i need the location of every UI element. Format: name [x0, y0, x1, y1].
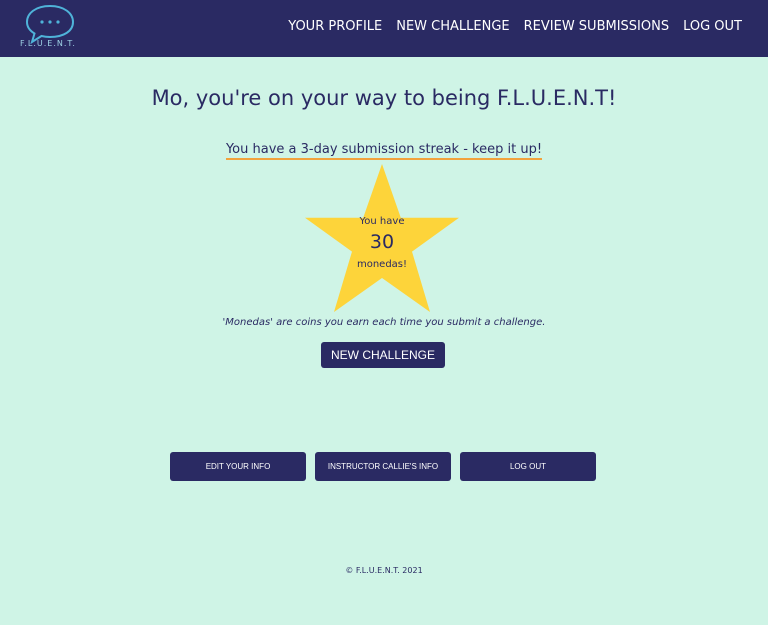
edit-info-button[interactable]: EDIT YOUR INFO	[170, 452, 306, 481]
streak-banner: You have a 3-day submission streak - kee…	[0, 138, 768, 160]
logo-wordmark: F.L.U.E.N.T.	[20, 39, 76, 48]
star-label-bottom: monedas!	[356, 259, 408, 270]
instructor-info-button[interactable]: INSTRUCTOR CALLIE'S INFO	[315, 452, 451, 481]
page-title: Mo, you're on your way to being F.L.U.E.…	[151, 86, 617, 110]
monedas-star: You have 30 monedas!	[302, 164, 462, 314]
log-out-button[interactable]: LOG OUT	[460, 452, 596, 481]
star-label-top: You have	[359, 216, 405, 227]
monedas-explanation: 'Monedas' are coins you earn each time y…	[222, 317, 546, 328]
nav-your-profile[interactable]: YOUR PROFILE	[288, 19, 382, 34]
monedas-count: 30	[369, 231, 395, 253]
nav-log-out[interactable]: LOG OUT	[683, 19, 742, 34]
nav-new-challenge[interactable]: NEW CHALLENGE	[396, 19, 509, 34]
profile-actions: EDIT YOUR INFO INSTRUCTOR CALLIE'S INFO …	[170, 452, 596, 481]
footer-copyright: © F.L.U.E.N.T. 2021	[345, 566, 423, 575]
top-navbar: F.L.U.E.N.T. YOUR PROFILE NEW CHALLENGE …	[0, 0, 768, 57]
streak-message: You have a 3-day submission streak - kee…	[225, 142, 543, 160]
main-nav: YOUR PROFILE NEW CHALLENGE REVIEW SUBMIS…	[288, 19, 742, 34]
nav-review-submissions[interactable]: REVIEW SUBMISSIONS	[524, 19, 669, 34]
new-challenge-button[interactable]: NEW CHALLENGE	[321, 342, 445, 368]
